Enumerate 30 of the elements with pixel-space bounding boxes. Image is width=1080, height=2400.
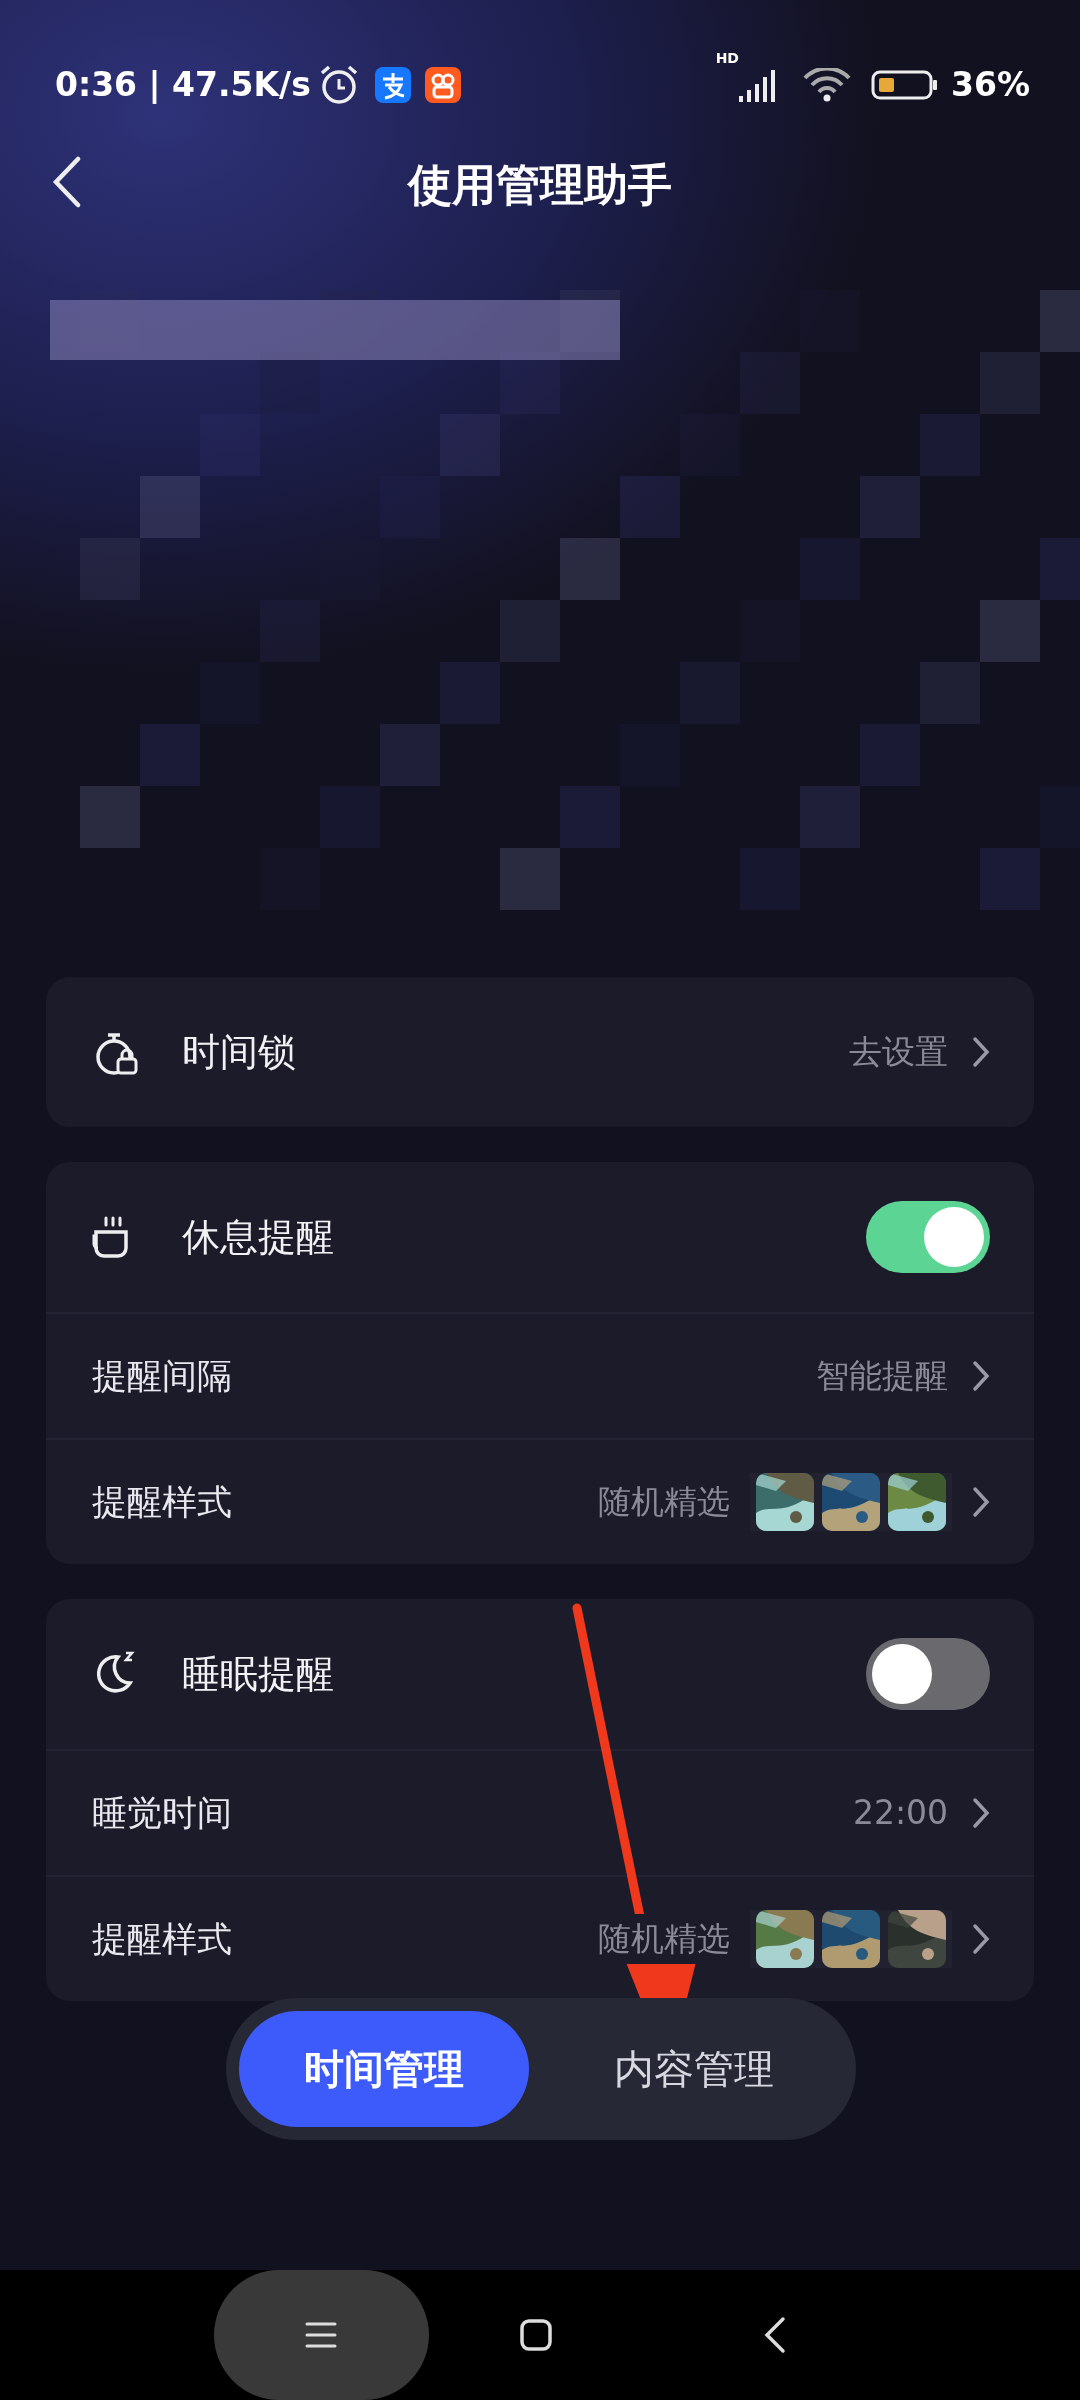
back-icon[interactable] [762,2316,787,2354]
network-label: HD [715,49,739,68]
app-icon [424,67,461,103]
chevron-icon [972,1486,990,1518]
settings-row[interactable]: 提醒样式 随机精选 [46,1438,1034,1564]
row-label: 睡觉时间 [92,1791,232,1835]
tab-button[interactable]: 时间管理 [239,2011,529,2127]
battery-icon [871,68,939,102]
row-label: 睡眠提醒 [182,1650,334,1698]
row-label: 休息提醒 [182,1213,334,1261]
row-label: 提醒间隔 [92,1354,232,1398]
chevron-icon [972,1797,990,1829]
row-label: 提醒样式 [92,1917,232,1961]
chevron-icon [972,1360,990,1392]
wifi-icon [803,68,851,102]
battery-percent: 36% [951,64,1030,107]
chevron-icon [972,1036,990,1068]
tab-button[interactable]: 内容管理 [549,2011,839,2127]
chevron-icon [972,1923,990,1955]
menu-icon [305,2321,337,2349]
row-label: 时间锁 [182,1028,296,1076]
app-icon [374,67,411,103]
row-label: 提醒样式 [92,1480,232,1524]
back-icon[interactable] [52,156,82,208]
settings-row[interactable]: 睡觉时间 22:00 [46,1749,1034,1875]
status-time: 0:36 | 47.5K/s [55,64,311,107]
page-title: 使用管理助手 [408,158,672,212]
settings-row[interactable]: 时间锁 去设置 [46,977,1034,1127]
settings-row[interactable]: 提醒间隔 智能提醒 [46,1312,1034,1438]
home-icon[interactable] [518,2318,553,2352]
